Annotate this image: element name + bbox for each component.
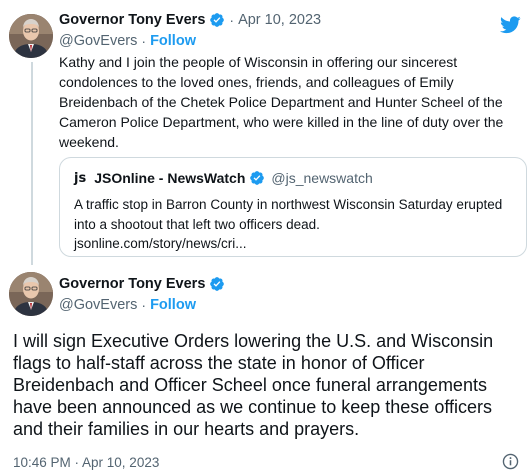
tweet-date[interactable]: Apr 10, 2023	[238, 12, 321, 28]
quoted-tweet-body: A traffic stop in Barron County in north…	[74, 195, 514, 254]
dot-separator: ·	[229, 12, 235, 28]
avatar-image	[9, 272, 53, 316]
tweet-one-text: Kathy and I join the people of Wisconsin…	[59, 54, 504, 150]
dot-separator: ·	[141, 297, 147, 313]
info-icon[interactable]	[502, 453, 519, 470]
tweet-two-header: Governor Tony Evers	[59, 276, 225, 292]
quoted-tweet-header: js JSOnline - NewsWatch @js_newswatch	[74, 170, 373, 186]
avatar[interactable]	[9, 272, 53, 316]
follow-button[interactable]: Follow	[150, 297, 196, 313]
follow-button[interactable]: Follow	[150, 33, 196, 49]
verified-badge-icon	[209, 12, 225, 28]
quoted-tweet-text: A traffic stop in Barron County in north…	[74, 197, 503, 232]
tweet-two-text: I will sign Executive Orders lowering th…	[13, 331, 494, 439]
author-handle[interactable]: @GovEvers	[59, 297, 137, 313]
author-handle[interactable]: @GovEvers	[59, 33, 137, 49]
tweet-one-subheader: @GovEvers · Follow	[59, 33, 196, 49]
author-name[interactable]: Governor Tony Evers	[59, 12, 205, 28]
twitter-bird-icon[interactable]	[500, 16, 521, 34]
avatar-image	[9, 14, 53, 58]
quoted-avatar-logo: js	[74, 170, 87, 186]
tweet-timestamp[interactable]: 10:46 PM · Apr 10, 2023	[13, 455, 159, 470]
quoted-author-handle: @js_newswatch	[271, 170, 373, 186]
tweet-one-header: Governor Tony Evers · Apr 10, 2023	[59, 12, 321, 28]
quoted-author-name: JSOnline - NewsWatch	[94, 170, 246, 186]
dot-separator: ·	[141, 33, 147, 49]
author-name[interactable]: Governor Tony Evers	[59, 276, 205, 292]
tweet-two-subheader: @GovEvers · Follow	[59, 297, 196, 313]
verified-badge-icon	[209, 276, 225, 292]
thread-connector-line	[31, 62, 33, 265]
quoted-tweet-link[interactable]: jsonline.com/story/news/cri...	[74, 236, 247, 251]
avatar[interactable]	[9, 14, 53, 58]
verified-badge-icon	[249, 170, 265, 186]
quoted-tweet-card[interactable]: js JSOnline - NewsWatch @js_newswatch A …	[59, 157, 527, 257]
